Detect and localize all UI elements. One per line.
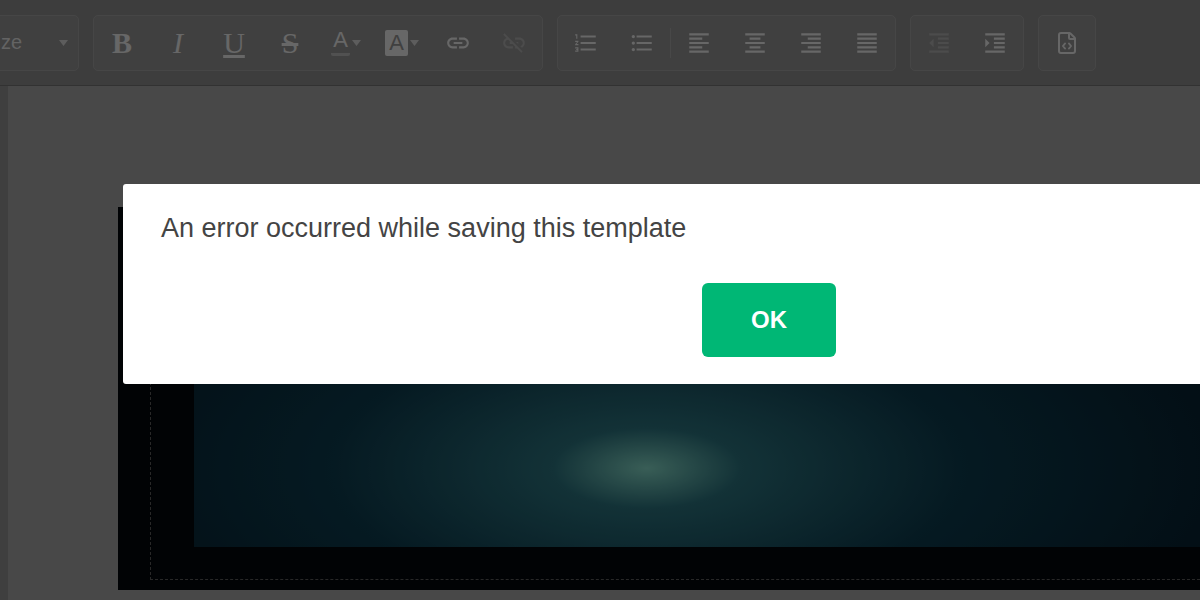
ok-button[interactable]: OK [702,283,836,357]
error-message: An error occurred while saving this temp… [161,210,1200,246]
editor-page: zeBIUSAAAn error occurred while saving t… [0,0,1200,600]
error-dialog: An error occurred while saving this temp… [123,184,1200,384]
dialog-buttons: OK [161,283,1200,357]
